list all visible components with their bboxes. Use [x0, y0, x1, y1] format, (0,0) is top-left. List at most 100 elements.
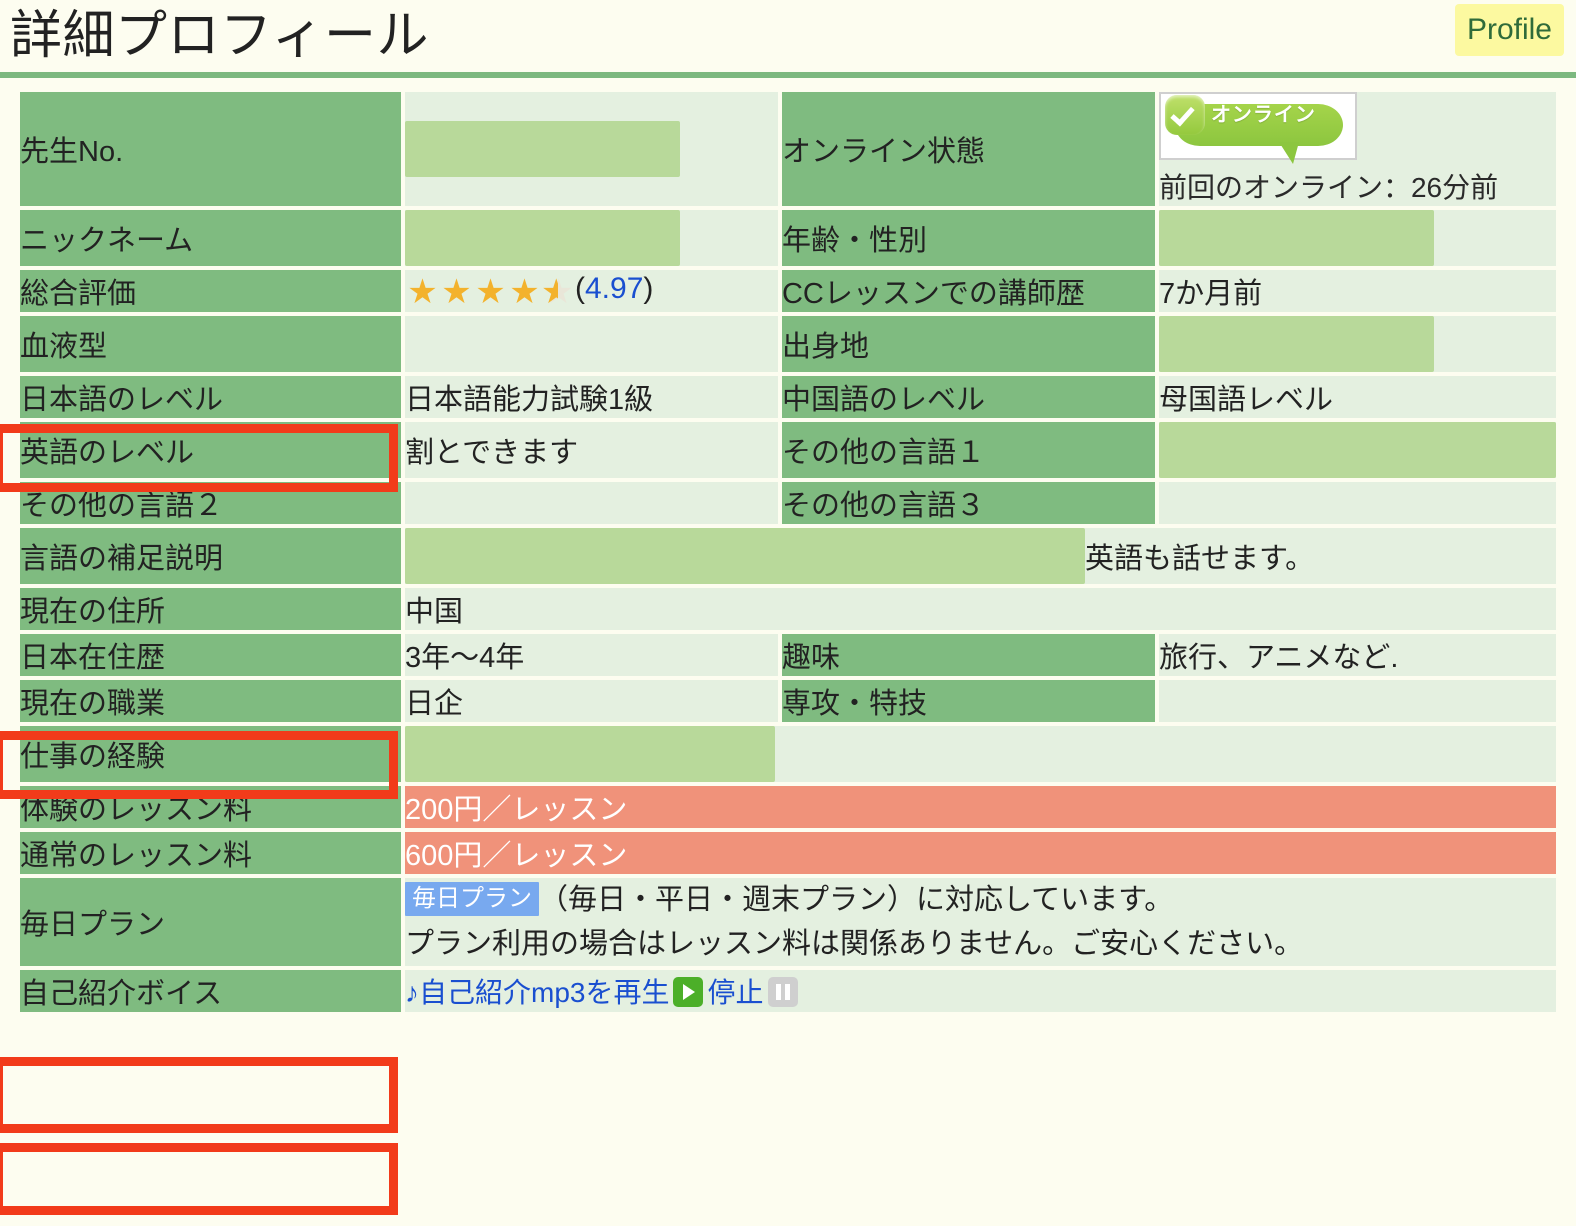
redacted-block-birthplace: [1158, 316, 1434, 372]
value-english-level: 割とできます: [405, 422, 778, 478]
label-language-notes: 言語の補足説明: [20, 528, 401, 584]
rating-close-paren: ): [643, 271, 654, 305]
play-icon[interactable]: [673, 977, 704, 1007]
value-nickname: [405, 210, 778, 266]
last-online-text: 前回のオンライン：26分前: [1158, 172, 1499, 203]
label-blood-type: 血液型: [20, 316, 401, 372]
label-japanese-level: 日本語のレベル: [20, 376, 401, 418]
label-major-skill: 専攻・特技: [781, 680, 1155, 722]
online-bubble-label: オンライン: [1210, 104, 1316, 126]
value-hobby: 旅行、アニメなど.: [1158, 634, 1556, 676]
rating-open-paren: (: [575, 271, 585, 305]
label-chinese-level: 中国語のレベル: [781, 376, 1155, 418]
label-other-language-1: その他の言語１: [781, 422, 1155, 478]
label-cc-teaching-history: CCレッスンでの講師歴: [781, 270, 1155, 312]
highlight-box-daily-plan: [0, 1057, 398, 1133]
value-major-skill: [1158, 680, 1556, 722]
table-row: 現在の職業 日企 専攻・特技: [20, 680, 1556, 722]
page-title: 詳細プロフィール: [10, 7, 429, 65]
star-icon-3: ★: [475, 272, 505, 311]
table-row: 日本語のレベル 日本語能力試験1級 中国語のレベル 母国語レベル: [20, 376, 1556, 418]
label-other-language-2: その他の言語２: [20, 482, 401, 524]
redacted-block-work-experience: [405, 726, 775, 782]
redacted-block-other-language-1: [1158, 422, 1556, 478]
value-other-language-3: [1158, 482, 1556, 524]
profile-page: 詳細プロフィール Profile 先生No. オンライン状態 オンライン 前回の…: [0, 0, 1576, 1226]
profile-tab-badge[interactable]: Profile: [1454, 4, 1564, 56]
page-header: 詳細プロフィール Profile: [0, 0, 1576, 78]
value-daily-plan: 毎日プラン （毎日・平日・週末プラン）に対応しています。 プラン利用の場合はレッス…: [405, 878, 1556, 966]
table-row: ニックネーム 年齢・性別: [20, 210, 1556, 266]
table-row: 血液型 出身地: [20, 316, 1556, 372]
value-current-address: 中国: [405, 588, 1556, 630]
play-mp3-link[interactable]: ♪自己紹介mp3を再生: [405, 977, 669, 1008]
table-row: 毎日プラン 毎日プラン （毎日・平日・週末プラン）に対応しています。 プラン利用の…: [20, 878, 1556, 966]
value-online-status: オンライン 前回のオンライン：26分前: [1158, 92, 1556, 206]
value-birthplace: [1158, 316, 1556, 372]
value-teacher-no: [405, 92, 778, 206]
table-row: 自己紹介ボイス ♪自己紹介mp3を再生 停止: [20, 970, 1556, 1012]
redacted-block-teacher-no: [405, 121, 680, 177]
table-row: 仕事の経験: [20, 726, 1556, 782]
label-birthplace: 出身地: [781, 316, 1155, 372]
label-trial-lesson-fee: 体験のレッスン料: [20, 786, 401, 828]
star-icon-1: ★: [407, 272, 437, 311]
value-cc-teaching-history: 7か月前: [1158, 270, 1556, 312]
label-online-status: オンライン状態: [781, 92, 1155, 206]
table-row: 体験のレッスン料 200円／レッスン: [20, 786, 1556, 828]
redacted-block-age-gender: [1158, 210, 1434, 266]
plan-line-1: 毎日プラン （毎日・平日・週末プラン）に対応しています。: [405, 878, 1556, 922]
value-chinese-level: 母国語レベル: [1158, 376, 1556, 418]
rating-score: 4.97: [585, 271, 644, 305]
rating-stars: ★ ★ ★ ★★: [405, 275, 575, 311]
star-icon-2: ★: [441, 272, 471, 311]
label-other-language-3: その他の言語３: [781, 482, 1155, 524]
label-hobby: 趣味: [781, 634, 1155, 676]
value-other-language-1: [1158, 422, 1556, 478]
value-current-job: 日企: [405, 680, 778, 722]
table-row: 総合評価 ★★★★★ (4.97) CCレッスンでの講師歴 7か月前: [20, 270, 1556, 312]
value-work-experience: [405, 726, 1556, 782]
plan-line-1-text: （毎日・平日・週末プラン）に対応しています。: [539, 884, 1174, 916]
label-age-gender: 年齢・性別: [781, 210, 1155, 266]
check-icon: [1164, 95, 1205, 135]
value-other-language-2: [405, 482, 778, 524]
redacted-block-language-notes: [405, 528, 1085, 584]
table-row: 先生No. オンライン状態 オンライン 前回のオンライン：26分前: [20, 92, 1556, 206]
table-row: 言語の補足説明 英語も話せます。: [20, 528, 1556, 584]
table-row: 日本在住歴 3年〜4年 趣味 旅行、アニメなど.: [20, 634, 1556, 676]
label-work-experience: 仕事の経験: [20, 726, 401, 782]
value-trial-lesson-fee: 200円／レッスン: [405, 786, 1556, 828]
label-teacher-no: 先生No.: [20, 92, 401, 206]
value-intro-voice: ♪自己紹介mp3を再生 停止: [405, 970, 1556, 1012]
table-row: 現在の住所 中国: [20, 588, 1556, 630]
value-japan-residence: 3年〜4年: [405, 634, 778, 676]
plan-line-2: プラン利用の場合はレッスン料は関係ありません。ご安心ください。: [405, 928, 1304, 960]
label-current-address: 現在の住所: [20, 588, 401, 630]
value-blood-type: [405, 316, 778, 372]
label-overall-rating: 総合評価: [20, 270, 401, 312]
table-row: 英語のレベル 割とできます その他の言語１: [20, 422, 1556, 478]
daily-plan-badge: 毎日プラン: [405, 882, 539, 916]
highlight-box-intro-voice: [0, 1143, 398, 1215]
label-regular-lesson-fee: 通常のレッスン料: [20, 832, 401, 874]
online-badge-wrap: オンライン 前回のオンライン：26分前: [1158, 92, 1556, 206]
value-age-gender: [1158, 210, 1556, 266]
profile-detail-table: 先生No. オンライン状態 オンライン 前回のオンライン：26分前 ニックネーム…: [16, 88, 1560, 1016]
table-row: その他の言語２ その他の言語３: [20, 482, 1556, 524]
star-half-icon-5: ★: [541, 275, 575, 309]
label-intro-voice: 自己紹介ボイス: [20, 970, 401, 1012]
label-daily-plan: 毎日プラン: [20, 878, 401, 966]
stop-mp3-link[interactable]: 停止: [707, 977, 763, 1008]
label-japan-residence: 日本在住歴: [20, 634, 401, 676]
label-english-level: 英語のレベル: [20, 422, 401, 478]
label-nickname: ニックネーム: [20, 210, 401, 266]
online-status-icon: オンライン: [1158, 92, 1357, 164]
value-language-notes: 英語も話せます。: [405, 528, 1556, 584]
value-overall-rating: ★★★★★ (4.97): [405, 270, 778, 312]
value-japanese-level: 日本語能力試験1級: [405, 376, 778, 418]
label-current-job: 現在の職業: [20, 680, 401, 722]
language-notes-text: 英語も話せます。: [1085, 543, 1315, 575]
pause-icon[interactable]: [767, 977, 798, 1007]
star-icon-4: ★: [509, 272, 539, 311]
